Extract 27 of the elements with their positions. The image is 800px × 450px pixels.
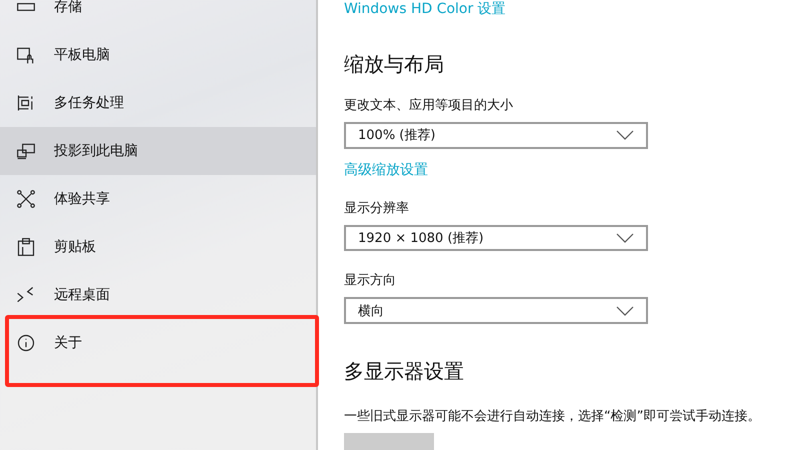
button[interactable]: [344, 432, 434, 450]
field-label: 显示分辨率: [344, 200, 410, 217]
dropdown[interactable]: 100% (推荐): [344, 122, 648, 149]
chevron-icon: [616, 232, 634, 243]
section-heading: 多显示器设置: [344, 358, 465, 385]
dropdown[interactable]: 横向: [344, 297, 648, 324]
sidebar-item[interactable]: 剪贴板: [0, 223, 316, 271]
section-heading: 缩放与布局: [344, 51, 445, 78]
description-text: 一些旧式显示器可能不会进行自动连接，选择“检测”即可尝试手动连接。: [344, 408, 762, 425]
chevron-icon: [616, 306, 634, 316]
sidebar-item[interactable]: 投影到此电脑: [0, 127, 316, 175]
chevron-icon: [616, 130, 634, 140]
field-label: 更改文本、应用等项目的大小: [344, 97, 514, 114]
projector-icon: [16, 141, 36, 161]
dropdown[interactable]: 1920 × 1080 (推荐): [344, 224, 648, 252]
sidebar-item[interactable]: 存储: [0, 0, 316, 31]
share-icon: [16, 189, 36, 209]
sidebar-item[interactable]: 体验共享: [0, 175, 316, 223]
info-icon: [16, 333, 36, 353]
sidebar-item[interactable]: 多任务处理: [0, 79, 316, 127]
sidebar-item[interactable]: 关于: [0, 319, 316, 367]
tablet-icon: [16, 45, 36, 65]
clipboard-icon: [16, 237, 36, 257]
field-label: 显示方向: [344, 272, 397, 290]
sidebar-item[interactable]: 远程桌面: [0, 271, 316, 319]
remote-icon: [16, 285, 36, 305]
sidebar-item[interactable]: 平板电脑: [0, 31, 316, 79]
